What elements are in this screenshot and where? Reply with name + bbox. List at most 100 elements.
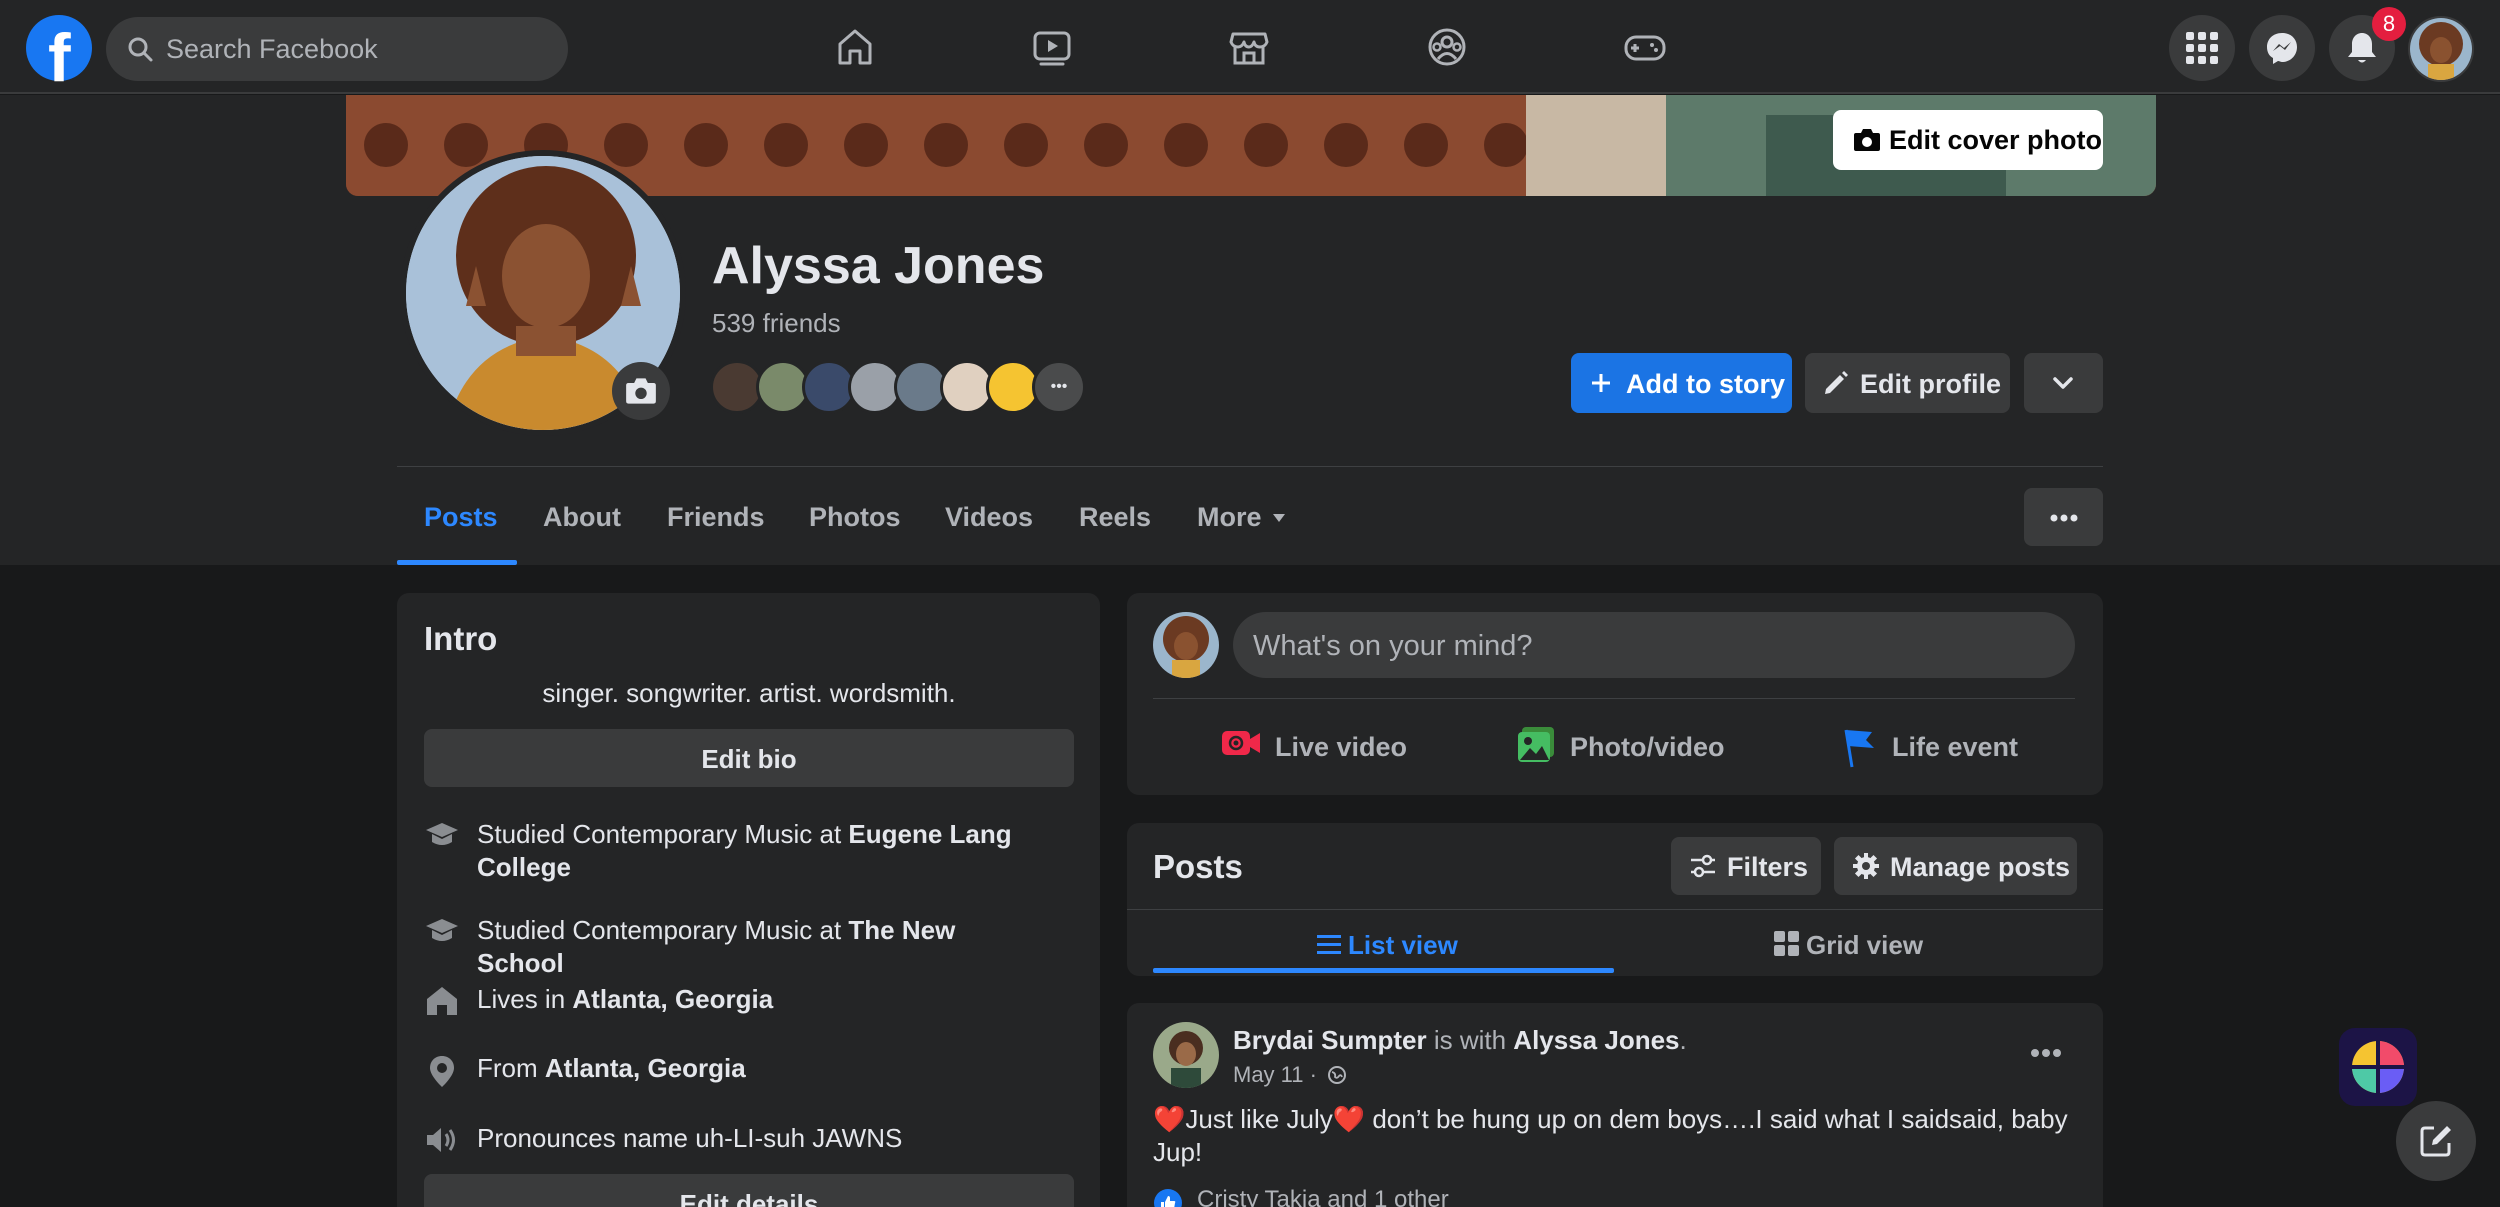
intro-bio: singer. songwriter. artist. wordsmith. bbox=[542, 678, 956, 708]
tab-reels[interactable]: Reels bbox=[1079, 502, 1151, 533]
photo-video-button[interactable]: Photo/video bbox=[1516, 726, 1746, 766]
live-video-button[interactable]: Live video bbox=[1221, 726, 1421, 766]
header-divider bbox=[397, 466, 2103, 467]
tab-friends[interactable]: Friends bbox=[667, 502, 765, 533]
grid-view-label: Grid view bbox=[1806, 930, 1924, 960]
friends-count-link[interactable]: 539 friends bbox=[712, 308, 841, 339]
add-to-story-button[interactable]: Add to story bbox=[1571, 353, 1792, 413]
photo-video-icon bbox=[1518, 727, 1554, 762]
caret-down-icon bbox=[1273, 514, 1285, 522]
tab-posts[interactable]: Posts bbox=[424, 502, 498, 533]
flag-icon bbox=[1844, 729, 1874, 768]
pencil-icon bbox=[1825, 371, 1848, 394]
menu-grid-button[interactable] bbox=[2169, 15, 2235, 81]
edit-bio-label: Edit bio bbox=[701, 744, 797, 774]
profile-options-dropdown[interactable] bbox=[2024, 353, 2103, 413]
edit-details-button[interactable]: Edit details bbox=[424, 1174, 1074, 1207]
life-event-button[interactable]: Life event bbox=[1838, 726, 2038, 768]
edit-profile-label: Edit profile bbox=[1860, 369, 2001, 399]
account-avatar-image bbox=[2410, 18, 2472, 80]
filters-label: Filters bbox=[1727, 852, 1809, 882]
add-to-story-label: Add to story bbox=[1626, 369, 1785, 399]
messenger-icon bbox=[2267, 33, 2297, 64]
education-icon bbox=[426, 823, 458, 845]
post-date[interactable]: May 11 · bbox=[1233, 1062, 1317, 1087]
search-input[interactable]: Search Facebook bbox=[106, 17, 568, 81]
camera-icon bbox=[626, 378, 656, 404]
manage-posts-label: Manage posts bbox=[1890, 852, 2071, 882]
compose-icon bbox=[2420, 1126, 2451, 1157]
account-avatar[interactable] bbox=[2408, 16, 2474, 82]
post-header-end: . bbox=[1679, 1025, 1687, 1055]
live-video-icon bbox=[1222, 731, 1260, 755]
gaming-icon[interactable] bbox=[1620, 22, 1670, 72]
edit-cover-photo-label: Edit cover photo bbox=[1889, 125, 2103, 155]
speaker-icon bbox=[427, 1128, 455, 1152]
intro-education-prefix: Studied Contemporary Music at bbox=[477, 819, 849, 849]
post-body-text: ❤️Just like July❤️ don’t be hung up on d… bbox=[1153, 1104, 2068, 1167]
more-friends-button[interactable]: ••• bbox=[1032, 360, 1086, 414]
edit-details-label: Edit details bbox=[679, 1189, 819, 1207]
home-icon[interactable] bbox=[830, 22, 880, 72]
edit-cover-photo-button[interactable]: Edit cover photo bbox=[1833, 110, 2103, 170]
tab-more-label: More bbox=[1197, 502, 1262, 532]
more-horizontal-icon bbox=[2050, 514, 2078, 522]
top-navigation-bar: f Search Facebook 8 bbox=[0, 0, 2500, 96]
post-options-icon[interactable] bbox=[2030, 1048, 2062, 1058]
tab-more[interactable]: More bbox=[1197, 502, 1285, 533]
intro-lives-place[interactable]: Atlanta, Georgia bbox=[572, 984, 773, 1014]
post-author-name[interactable]: Brydai Sumpter bbox=[1233, 1025, 1427, 1055]
app-logo-icon bbox=[2352, 1041, 2404, 1093]
location-pin-icon bbox=[430, 1056, 454, 1087]
post-meta: May 11 · bbox=[1233, 1062, 1347, 1088]
manage-posts-button[interactable]: Manage posts bbox=[1834, 837, 2077, 895]
post-author-avatar[interactable] bbox=[1153, 1022, 1219, 1088]
plus-icon bbox=[1592, 374, 1610, 392]
tab-videos[interactable]: Videos bbox=[945, 502, 1033, 533]
intro-from-place[interactable]: Atlanta, Georgia bbox=[545, 1053, 746, 1083]
photo-video-label: Photo/video bbox=[1570, 732, 1725, 762]
intro-title: Intro bbox=[424, 620, 498, 657]
filters-icon bbox=[1691, 854, 1715, 878]
groups-icon[interactable] bbox=[1422, 22, 1472, 72]
grid-icon bbox=[1774, 931, 1799, 956]
friend-avatars: ••• bbox=[710, 360, 1090, 414]
facebook-logo[interactable]: f bbox=[26, 15, 92, 96]
watch-icon[interactable] bbox=[1027, 22, 1077, 72]
globe-icon bbox=[1328, 1066, 1347, 1084]
posts-header-divider bbox=[1127, 909, 2103, 910]
post-author-avatar-image bbox=[1153, 1022, 1219, 1088]
profile-more-options-button[interactable] bbox=[2024, 488, 2103, 546]
composer-placeholder: What's on your mind? bbox=[1253, 630, 1533, 662]
post-tagged-name[interactable]: Alyssa Jones bbox=[1513, 1025, 1679, 1055]
list-view-indicator bbox=[1153, 968, 1614, 973]
facebook-logo-letter: f bbox=[48, 20, 71, 96]
edit-bio-button[interactable]: Edit bio bbox=[424, 729, 1074, 787]
live-video-label: Live video bbox=[1275, 732, 1408, 762]
whats-on-your-mind-input[interactable]: What's on your mind? bbox=[1233, 612, 2075, 678]
composer-avatar[interactable] bbox=[1153, 612, 1219, 678]
posts-section-title: Posts bbox=[1153, 848, 1243, 885]
intro-education-prefix: Studied Contemporary Music at bbox=[477, 915, 849, 945]
marketplace-icon[interactable] bbox=[1224, 22, 1274, 72]
update-profile-picture-button[interactable] bbox=[612, 362, 670, 420]
camera-icon bbox=[1854, 129, 1880, 151]
edit-profile-button[interactable]: Edit profile bbox=[1805, 353, 2010, 413]
messenger-button[interactable] bbox=[2249, 15, 2315, 81]
menu-grid-icon bbox=[2186, 32, 2218, 64]
composer-avatar-image bbox=[1153, 612, 1219, 678]
chevron-down-icon bbox=[2053, 377, 2073, 389]
filters-button[interactable]: Filters bbox=[1671, 837, 1821, 895]
search-icon bbox=[128, 37, 153, 62]
intro-lives-prefix: Lives in bbox=[477, 984, 573, 1014]
list-view-label: List view bbox=[1348, 930, 1458, 960]
floating-app-button[interactable] bbox=[2339, 1028, 2417, 1106]
list-icon bbox=[1317, 935, 1341, 954]
active-tab-indicator bbox=[397, 560, 517, 565]
life-event-label: Life event bbox=[1892, 732, 2019, 762]
new-message-button[interactable] bbox=[2396, 1101, 2476, 1181]
tab-about[interactable]: About bbox=[543, 502, 621, 533]
intro-pronunciation-text: Pronounces name uh-LI-suh JAWNS bbox=[477, 1123, 903, 1153]
tab-photos[interactable]: Photos bbox=[809, 502, 901, 533]
notifications-icon bbox=[2348, 33, 2376, 63]
